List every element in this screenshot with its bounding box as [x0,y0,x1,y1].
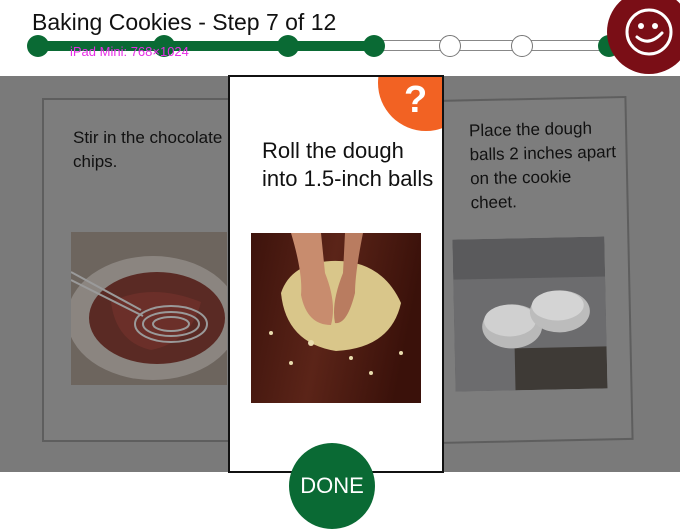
current-step-card[interactable]: ? Roll the dough into 1.5-inch balls [228,75,444,473]
smiley-face-icon [625,8,673,56]
progress-track-remaining [374,40,608,51]
whisk-bowl-photo [71,232,227,385]
progress-step-node[interactable] [511,35,533,57]
progress-step-node[interactable] [439,35,461,57]
page-title: Baking Cookies - Step 7 of 12 [32,9,337,35]
help-button[interactable]: ? [378,77,442,131]
progress-step-node[interactable] [27,35,49,57]
previous-step-text: Stir in the chocolate chips. [73,128,223,171]
dough-balls-photo [452,236,608,392]
device-size-label: iPad Mini: 768×1024 [70,44,189,59]
next-step-text: Place the dough balls 2 inches apart on … [468,118,617,213]
done-button[interactable]: DONE [289,443,375,529]
current-step-text: Roll the dough into 1.5-inch balls [262,138,434,191]
progress-step-node-current[interactable] [363,35,385,57]
hands-dough-photo [251,233,421,403]
next-step-card[interactable]: Place the dough balls 2 inches apart on … [428,95,634,445]
header: Baking Cookies - Step 7 of 12 iPad Mini:… [0,0,680,76]
previous-step-card[interactable]: Stir in the chocolate chips. [42,98,242,442]
done-button-label: DONE [300,473,364,498]
question-mark-icon: ? [404,79,428,121]
progress-step-node[interactable] [277,35,299,57]
